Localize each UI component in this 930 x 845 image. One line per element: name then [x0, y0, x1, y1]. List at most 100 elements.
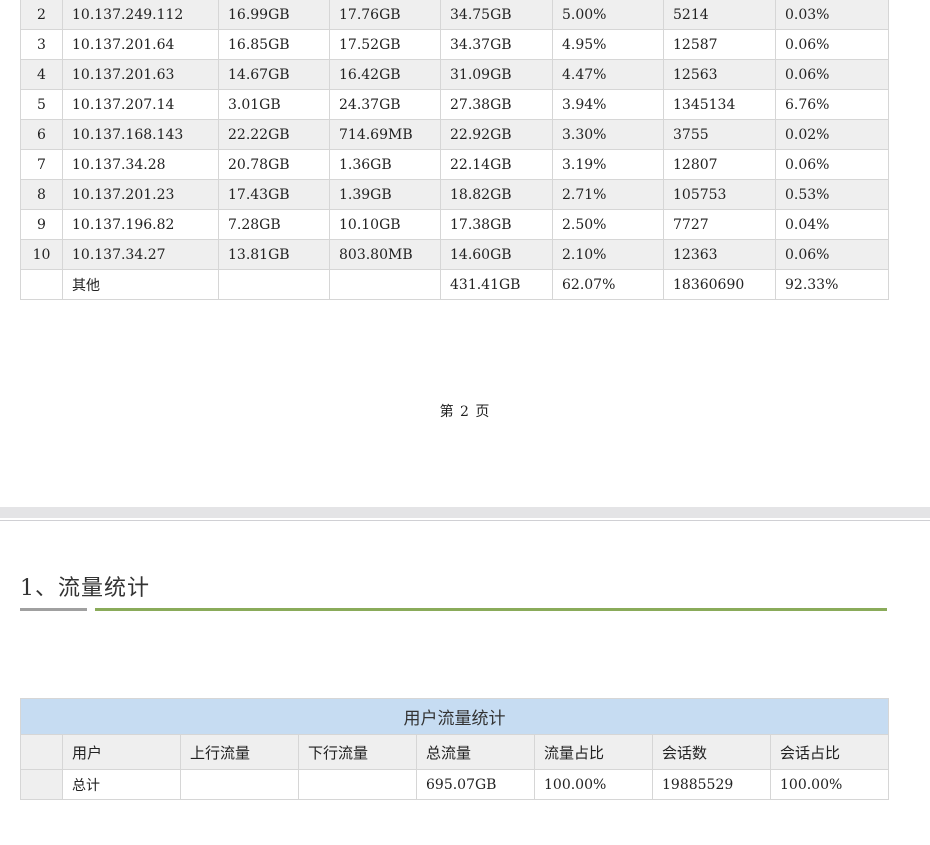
cell-up: 16.99GB [218, 0, 330, 30]
cell-up: 3.01GB [218, 89, 330, 120]
cell-down: 17.52GB [329, 29, 441, 60]
cell-index: 2 [20, 0, 63, 30]
cell-down: 17.76GB [329, 0, 441, 30]
cell-index: 7 [20, 149, 63, 180]
cell-session-pct: 92.33% [775, 269, 889, 300]
cell-index: 5 [20, 89, 63, 120]
cell-up [218, 269, 330, 300]
cell-sessions: 12587 [663, 29, 776, 60]
table-row: 其他 431.41GB 62.07% 18360690 92.33% [20, 269, 889, 300]
cell-total: 22.92GB [440, 119, 553, 150]
top-ip-traffic-table: 2 10.137.249.112 16.99GB 17.76GB 34.75GB 5.00… [20, 0, 889, 300]
cell-sessions: 5214 [663, 0, 776, 30]
cell-down: 714.69MB [329, 119, 441, 150]
cell-traffic-pct: 2.71% [552, 179, 664, 210]
cell-sessions: 12363 [663, 239, 776, 270]
row-index-cell [20, 769, 63, 800]
page-separator [0, 507, 930, 518]
cell-ip: 10.137.196.82 [62, 209, 219, 240]
cell-sessions: 12563 [663, 59, 776, 90]
cell-index: 3 [20, 29, 63, 60]
cell-sessions: 1345134 [663, 89, 776, 120]
cell-traffic-pct: 3.94% [552, 89, 664, 120]
header-traffic-pct: 流量占比 [534, 734, 653, 770]
cell-sessions: 105753 [663, 179, 776, 210]
cell-session-pct: 0.53% [775, 179, 889, 210]
cell-traffic-pct: 62.07% [552, 269, 664, 300]
cell-traffic-pct: 3.30% [552, 119, 664, 150]
table-row: 总计 695.07GB 100.00% 19885529 100.00% [20, 769, 889, 800]
header-session-pct: 会话占比 [770, 734, 889, 770]
cell-traffic-pct: 4.47% [552, 59, 664, 90]
cell-traffic-pct: 2.50% [552, 209, 664, 240]
cell-up: 14.67GB [218, 59, 330, 90]
cell-down: 1.39GB [329, 179, 441, 210]
cell-index: 9 [20, 209, 63, 240]
cell-down: 1.36GB [329, 149, 441, 180]
cell-down: 16.42GB [329, 59, 441, 90]
table-row: 6 10.137.168.143 22.22GB 714.69MB 22.92GB 3.3… [20, 119, 889, 150]
cell-index: 6 [20, 119, 63, 150]
cell-traffic-pct: 5.00% [552, 0, 664, 30]
cell-session-pct: 6.76% [775, 89, 889, 120]
cell-sessions: 19885529 [652, 769, 771, 800]
cell-total: 34.37GB [440, 29, 553, 60]
top-table-body: 2 10.137.249.112 16.99GB 17.76GB 34.75GB 5.00… [20, 0, 889, 300]
cell-ip: 10.137.201.63 [62, 59, 219, 90]
cell-down [329, 269, 441, 300]
page-separator-line [0, 520, 930, 521]
header-index-cell [20, 734, 63, 770]
cell-sessions: 18360690 [663, 269, 776, 300]
cell-total: 18.82GB [440, 179, 553, 210]
cell-down: 10.10GB [329, 209, 441, 240]
cell-session-pct: 0.06% [775, 239, 889, 270]
cell-ip: 10.137.168.143 [62, 119, 219, 150]
cell-total: 22.14GB [440, 149, 553, 180]
cell-session-pct: 0.06% [775, 59, 889, 90]
table-row: 4 10.137.201.63 14.67GB 16.42GB 31.09GB 4.47%… [20, 59, 889, 90]
table-row: 9 10.137.196.82 7.28GB 10.10GB 17.38GB 2.50% 7… [20, 209, 889, 240]
cell-index: 8 [20, 179, 63, 210]
cell-session-pct: 0.06% [775, 29, 889, 60]
header-down: 下行流量 [298, 734, 417, 770]
cell-session-pct: 0.06% [775, 149, 889, 180]
cell-sessions: 3755 [663, 119, 776, 150]
cell-ip: 10.137.34.28 [62, 149, 219, 180]
cell-up: 7.28GB [218, 209, 330, 240]
heading-underline-gray [20, 608, 87, 611]
cell-index [20, 269, 63, 300]
cell-up: 13.81GB [218, 239, 330, 270]
cell-session-pct: 0.04% [775, 209, 889, 240]
cell-up: 20.78GB [218, 149, 330, 180]
cell-total: 14.60GB [440, 239, 553, 270]
cell-session-pct: 0.03% [775, 0, 889, 30]
table-row: 5 10.137.207.14 3.01GB 24.37GB 27.38GB 3.94% 1… [20, 89, 889, 120]
header-total: 总流量 [416, 734, 535, 770]
cell-index: 4 [20, 59, 63, 90]
cell-down [298, 769, 417, 800]
table-row: 10 10.137.34.27 13.81GB 803.80MB 14.60GB 2.10… [20, 239, 889, 270]
table-row: 7 10.137.34.28 20.78GB 1.36GB 22.14GB 3.19% 12… [20, 149, 889, 180]
heading-underline-green [95, 608, 887, 611]
header-up: 上行流量 [180, 734, 299, 770]
cell-total: 31.09GB [440, 59, 553, 90]
cell-up [180, 769, 299, 800]
page-number: 第 2 页 [439, 404, 491, 420]
cell-total: 34.75GB [440, 0, 553, 30]
cell-user: 总计 [62, 769, 181, 800]
header-user: 用户 [62, 734, 181, 770]
cell-index: 10 [20, 239, 63, 270]
cell-traffic-pct: 4.95% [552, 29, 664, 60]
cell-up: 17.43GB [218, 179, 330, 210]
cell-total: 695.07GB [416, 769, 535, 800]
cell-down: 803.80MB [329, 239, 441, 270]
cell-ip: 10.137.249.112 [62, 0, 219, 30]
cell-ip: 10.137.34.27 [62, 239, 219, 270]
header-sessions: 会话数 [652, 734, 771, 770]
cell-traffic-pct: 3.19% [552, 149, 664, 180]
cell-total: 27.38GB [440, 89, 553, 120]
cell-sessions: 12807 [663, 149, 776, 180]
user-traffic-stats-table: 用户流量统计 用户 上行流量 下行流量 总流量 流量占比 会话数 会话占比 总计… [20, 698, 889, 800]
table-header-row: 用户 上行流量 下行流量 总流量 流量占比 会话数 会话占比 [20, 734, 889, 770]
cell-traffic-pct: 100.00% [534, 769, 653, 800]
